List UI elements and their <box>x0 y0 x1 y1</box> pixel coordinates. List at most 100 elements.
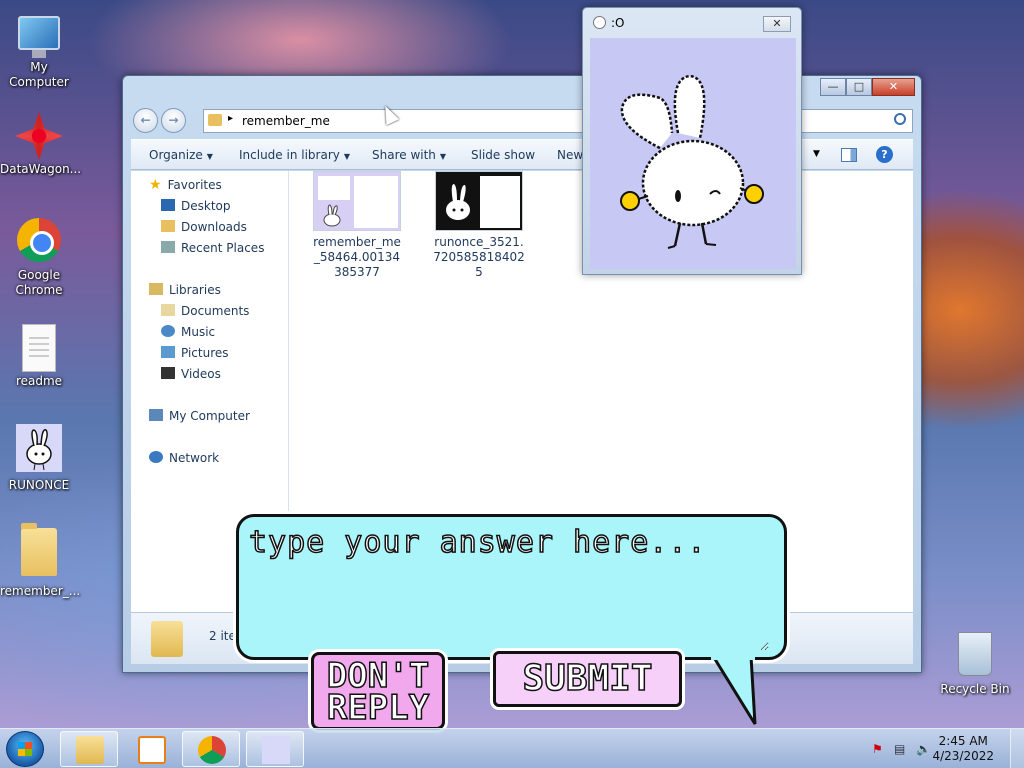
media-player-icon <box>138 736 166 764</box>
share-label: Share with <box>372 148 436 162</box>
chevron-down-icon: ▼ <box>343 152 351 161</box>
nav-network[interactable]: Network <box>149 451 219 465</box>
taskbar-explorer[interactable] <box>60 731 118 767</box>
taskbar-media-player[interactable] <box>122 731 180 767</box>
view-options-caret[interactable]: ▼ <box>813 149 820 159</box>
slide-show-button[interactable]: Slide show <box>471 148 535 162</box>
item-count: 2 ite <box>209 629 236 643</box>
file-item[interactable]: remember_me_58464.00134385377 <box>311 171 403 280</box>
desktop-icon-readme[interactable]: readme <box>0 324 78 389</box>
forward-button[interactable]: → <box>161 108 186 133</box>
bunny-illustration <box>620 74 764 249</box>
folder-icon <box>21 523 57 576</box>
nav-pictures[interactable]: Pictures <box>161 346 229 360</box>
chevron-down-icon: ▼ <box>206 152 213 161</box>
nav-label: Favorites <box>167 178 222 192</box>
clock-time: 2:45 AM <box>938 734 988 748</box>
preview-pane-icon[interactable] <box>841 148 857 162</box>
desktop-icon-label: readme <box>15 374 63 388</box>
documents-icon <box>161 304 175 316</box>
new-folder-button[interactable]: New <box>557 148 583 162</box>
nav-favorites[interactable]: ★ Favorites <box>149 177 222 193</box>
answer-input[interactable] <box>249 571 769 651</box>
chevron-right-icon[interactable]: ▸ <box>228 113 233 124</box>
nav-label: Desktop <box>181 199 231 213</box>
desktop-icon-recycle-bin[interactable]: Recycle Bin <box>936 632 1014 697</box>
dont-reply-button[interactable]: DON'T REPLY <box>311 652 445 730</box>
nav-videos[interactable]: Videos <box>161 367 221 381</box>
desktop-icon-chrome[interactable]: Google Chrome <box>0 218 78 298</box>
breadcrumb[interactable]: remember_me <box>242 114 330 128</box>
folder-icon <box>208 114 222 126</box>
chrome-icon <box>17 218 61 262</box>
include-label: Include in library <box>239 148 340 162</box>
submit-button[interactable]: SUBMIT <box>493 651 682 707</box>
start-button[interactable] <box>6 731 44 767</box>
recycle-bin-icon <box>958 632 992 676</box>
text-file-icon <box>22 324 56 372</box>
back-button[interactable]: ← <box>133 108 158 133</box>
nav-downloads[interactable]: Downloads <box>161 220 247 234</box>
taskbar-chrome[interactable] <box>182 731 240 767</box>
bunny-icon <box>262 736 290 764</box>
pictures-icon <box>161 346 175 358</box>
desktop-icon-datawagon[interactable]: DataWagon... <box>0 112 82 177</box>
bunny-window: :O ✕ <box>582 7 802 275</box>
nav-label: Pictures <box>181 346 229 360</box>
file-thumbnail <box>313 171 401 231</box>
new-label: New <box>557 148 584 162</box>
desktop-icon-remember-folder[interactable]: remember_... <box>0 523 80 599</box>
file-name: runonce_3521.7205858184025 <box>433 235 525 279</box>
nav-my-computer[interactable]: My Computer <box>149 409 250 423</box>
bunny-canvas <box>590 38 796 269</box>
nav-label: Recent Places <box>181 241 265 255</box>
slideshow-label: Slide show <box>471 148 536 162</box>
chrome-icon <box>198 736 226 764</box>
libraries-icon <box>149 283 163 295</box>
minimize-button[interactable]: — <box>820 78 846 96</box>
close-button[interactable]: ✕ <box>872 78 915 96</box>
desktop-icon-label: DataWagon... <box>0 162 82 176</box>
file-name: remember_me_58464.00134385377 <box>313 235 401 279</box>
clock[interactable]: 2:45 AM 4/23/2022 <box>932 734 994 764</box>
include-in-library-menu[interactable]: Include in library ▼ <box>239 148 350 162</box>
nav-music[interactable]: Music <box>161 325 215 339</box>
address-bar[interactable]: ▸ remember_me <box>203 109 913 133</box>
desktop-icon-label: Recycle Bin <box>940 682 1010 696</box>
nav-documents[interactable]: Documents <box>161 304 249 318</box>
chevron-down-icon: ▼ <box>439 152 447 161</box>
nav-desktop[interactable]: Desktop <box>161 199 231 213</box>
bunny-icon <box>16 424 62 472</box>
search-icon[interactable] <box>894 113 906 125</box>
network-icon[interactable]: ▤ <box>894 742 908 756</box>
desktop-icon <box>161 199 175 211</box>
help-icon[interactable]: ? <box>876 146 893 163</box>
system-tray: ⚑ ▤ 🔈 2:45 AM 4/23/2022 <box>864 729 1024 768</box>
file-item[interactable]: runonce_3521.7205858184025 <box>433 171 525 280</box>
close-button[interactable]: ✕ <box>763 16 791 32</box>
window-title: :O <box>611 16 625 30</box>
desktop-icon-my-computer[interactable]: My Computer <box>0 10 78 90</box>
share-with-menu[interactable]: Share with ▼ <box>372 148 446 162</box>
nav-recent-places[interactable]: Recent Places <box>161 241 264 255</box>
volume-icon[interactable]: 🔈 <box>916 742 931 756</box>
folder-icon <box>151 621 183 657</box>
show-desktop-button[interactable] <box>1010 729 1024 768</box>
maximize-button[interactable]: □ <box>846 78 872 96</box>
file-thumbnail <box>435 171 523 231</box>
taskbar-runonce[interactable] <box>246 731 304 767</box>
action-center-icon[interactable]: ⚑ <box>872 742 886 756</box>
desktop-icon-runonce[interactable]: RUNONCE <box>0 424 78 493</box>
recent-places-icon <box>161 241 175 253</box>
nav-label: Libraries <box>169 283 221 297</box>
star-icon: ★ <box>149 177 162 193</box>
music-icon <box>161 325 175 337</box>
computer-icon <box>149 409 163 421</box>
computer-icon <box>18 16 60 58</box>
nav-libraries[interactable]: Libraries <box>149 283 221 297</box>
clock-date: 4/23/2022 <box>932 749 994 763</box>
window-controls: — □ ✕ <box>820 78 915 96</box>
organize-menu[interactable]: Organize ▼ <box>149 148 213 162</box>
desktop-icon-label: Google Chrome <box>15 268 63 297</box>
datawagon-icon <box>15 112 63 160</box>
